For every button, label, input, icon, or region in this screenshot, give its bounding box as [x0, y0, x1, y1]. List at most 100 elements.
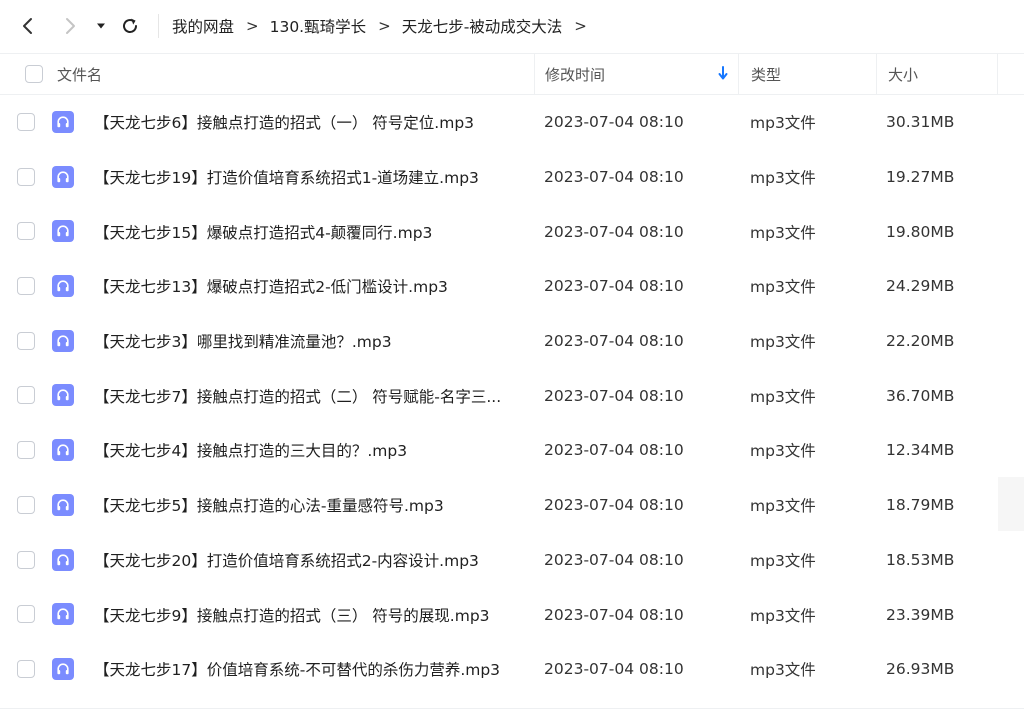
file-name-cell[interactable]: 【天龙七步7】接触点打造的招式（二） 符号赋能-名字三...: [94, 368, 524, 423]
file-type-cell: mp3文件: [750, 661, 816, 680]
file-name-cell[interactable]: 【天龙七步4】接触点打造的三大目的？.mp3: [94, 423, 524, 478]
row-checkbox[interactable]: [17, 386, 35, 405]
file-name: 【天龙七步5】接触点打造的心法-重量感符号.mp3: [94, 497, 444, 516]
file-size-cell: 19.80MB: [886, 222, 955, 241]
history-dropdown-button[interactable]: [88, 12, 114, 40]
headphones-icon: [57, 608, 69, 620]
table-row[interactable]: 【天龙七步9】接触点打造的招式（三） 符号的展现.mp3 2023-07-04 0…: [0, 587, 1024, 642]
refresh-button[interactable]: [116, 12, 144, 40]
select-all-checkbox[interactable]: [25, 65, 43, 83]
headphones-icon: [57, 225, 69, 237]
row-checkbox[interactable]: [17, 605, 35, 624]
nav-divider: [158, 14, 159, 38]
breadcrumb-separator: >: [574, 17, 587, 35]
headphones-icon: [57, 663, 69, 675]
modified-time-cell: 2023-07-04 08:10: [544, 605, 684, 624]
audio-file-icon: [52, 275, 74, 298]
file-name-cell[interactable]: 【天龙七步13】爆破点打造招式2-低门槛设计.mp3: [94, 259, 524, 314]
file-size-cell: 12.34MB: [886, 441, 955, 460]
table-row[interactable]: 【天龙七步20】打造价值培育系统招式2-内容设计.mp3 2023-07-04 0…: [0, 533, 1024, 588]
audio-file-icon: [52, 329, 74, 352]
file-name-cell[interactable]: 【天龙七步15】爆破点打造招式4-颠覆同行.mp3: [94, 204, 524, 259]
modified-time-cell: 2023-07-04 08:10: [544, 168, 684, 187]
file-type-cell: mp3文件: [750, 223, 816, 242]
row-checkbox[interactable]: [17, 550, 35, 569]
row-checkbox[interactable]: [17, 441, 35, 460]
column-header-name-label: 文件名: [57, 65, 103, 84]
table-row[interactable]: 【天龙七步13】爆破点打造招式2-低门槛设计.mp3 2023-07-04 08:…: [0, 259, 1024, 314]
forward-button[interactable]: [56, 12, 84, 40]
file-size-cell: 24.29MB: [886, 277, 955, 296]
file-name: 【天龙七步6】接触点打造的招式（一） 符号定位.mp3: [94, 114, 475, 133]
modified-time-cell: 2023-07-04 08:10: [544, 550, 684, 569]
modified-time-cell: 2023-07-04 08:10: [544, 660, 684, 679]
file-name-cell[interactable]: 【天龙七步5】接触点打造的心法-重量感符号.mp3: [94, 478, 524, 533]
table-row[interactable]: 【天龙七步3】哪里找到精准流量池？.mp3 2023-07-04 08:10 mp3…: [0, 314, 1024, 369]
audio-file-icon: [52, 111, 74, 133]
table-row[interactable]: 【天龙七步5】接触点打造的心法-重量感符号.mp3 2023-07-04 08:1…: [0, 478, 1024, 533]
breadcrumb-item-current[interactable]: 天龙七步-被动成交大法: [402, 15, 563, 37]
caret-down-icon: [97, 23, 105, 29]
row-checkbox[interactable]: [17, 167, 35, 186]
table-row[interactable]: 【天龙七步15】爆破点打造招式4-颠覆同行.mp3 2023-07-04 08:1…: [0, 204, 1024, 259]
table-row[interactable]: 【天龙七步17】价值培育系统-不可替代的杀伤力营养.mp3 2023-07-04 …: [0, 642, 1024, 697]
row-checkbox[interactable]: [17, 277, 35, 296]
audio-file-icon: [52, 165, 74, 188]
headphones-icon: [57, 171, 69, 182]
row-checkbox[interactable]: [17, 331, 35, 350]
row-checkbox[interactable]: [17, 113, 35, 131]
column-header-modified-time[interactable]: 修改时间: [534, 54, 738, 94]
file-size-cell: 19.27MB: [886, 168, 955, 187]
breadcrumb-separator: >: [246, 17, 259, 35]
back-button[interactable]: [14, 12, 42, 40]
file-name-cell[interactable]: 【天龙七步17】价值培育系统-不可替代的杀伤力营养.mp3: [94, 642, 524, 697]
audio-file-icon: [52, 603, 74, 626]
headphones-icon: [57, 553, 69, 565]
modified-time-cell: 2023-07-04 08:10: [544, 386, 684, 405]
audio-file-icon: [52, 548, 74, 571]
table-row[interactable]: 【天龙七步4】接触点打造的三大目的？.mp3 2023-07-04 08:10 mp…: [0, 423, 1024, 478]
audio-file-icon: [52, 439, 74, 462]
file-type-cell: mp3文件: [750, 114, 816, 133]
row-checkbox[interactable]: [17, 495, 35, 514]
file-type-cell: mp3文件: [750, 278, 816, 297]
file-type-cell: mp3文件: [750, 169, 816, 188]
file-name-cell[interactable]: 【天龙七步9】接触点打造的招式（三） 符号的展现.mp3: [94, 587, 524, 642]
chevron-left-icon: [23, 18, 32, 34]
headphones-icon: [57, 280, 69, 292]
audio-file-icon: [52, 220, 74, 243]
file-type-cell: mp3文件: [750, 551, 816, 570]
file-name-cell[interactable]: 【天龙七步19】打造价值培育系统招式1-道场建立.mp3: [94, 150, 524, 205]
column-header-name[interactable]: 文件名: [57, 54, 533, 94]
file-name-cell[interactable]: 【天龙七步20】打造价值培育系统招式2-内容设计.mp3: [94, 533, 524, 588]
headphones-icon: [57, 116, 69, 128]
row-checkbox[interactable]: [17, 659, 35, 678]
select-all-cell: [25, 54, 43, 94]
table-row[interactable]: 【天龙七步7】接触点打造的招式（二） 符号赋能-名字三... 2023-07-04…: [0, 368, 1024, 423]
modified-time-cell: 2023-07-04 08:10: [544, 113, 684, 132]
table-row[interactable]: 【天龙七步6】接触点打造的招式（一） 符号定位.mp3 2023-07-04 08…: [0, 95, 1024, 150]
column-header-type[interactable]: 类型: [738, 54, 876, 94]
file-size-cell: 23.39MB: [886, 605, 955, 624]
file-list-header: 文件名 修改时间 类型 大小: [0, 53, 1024, 95]
column-header-size-label: 大小: [888, 65, 919, 84]
file-name: 【天龙七步15】爆破点打造招式4-颠覆同行.mp3: [94, 223, 433, 242]
modified-time-cell: 2023-07-04 08:10: [544, 332, 684, 351]
column-header-type-label: 类型: [751, 65, 782, 84]
row-checkbox[interactable]: [17, 222, 35, 241]
column-header-size[interactable]: 大小: [876, 54, 998, 94]
modified-time-cell: 2023-07-04 08:10: [544, 441, 684, 460]
breadcrumb-item-root[interactable]: 我的网盘: [172, 15, 234, 37]
file-name-cell[interactable]: 【天龙七步3】哪里找到精准流量池？.mp3: [94, 314, 524, 369]
table-row[interactable]: 【天龙七步19】打造价值培育系统招式1-道场建立.mp3 2023-07-04 0…: [0, 150, 1024, 205]
headphones-icon: [57, 444, 69, 456]
file-name-cell[interactable]: 【天龙七步6】接触点打造的招式（一） 符号定位.mp3: [94, 95, 524, 150]
file-name: 【天龙七步7】接触点打造的招式（二） 符号赋能-名字三...: [94, 387, 502, 406]
file-list: 【天龙七步6】接触点打造的招式（一） 符号定位.mp3 2023-07-04 08…: [0, 95, 1024, 697]
modified-time-cell: 2023-07-04 08:10: [544, 496, 684, 515]
breadcrumb-item-folder[interactable]: 130.甄琦学长: [270, 15, 367, 37]
file-name: 【天龙七步13】爆破点打造招式2-低门槛设计.mp3: [94, 278, 448, 297]
scrollbar-thumb[interactable]: [998, 477, 1024, 531]
file-size-cell: 22.20MB: [886, 332, 955, 351]
audio-file-icon: [52, 657, 74, 680]
